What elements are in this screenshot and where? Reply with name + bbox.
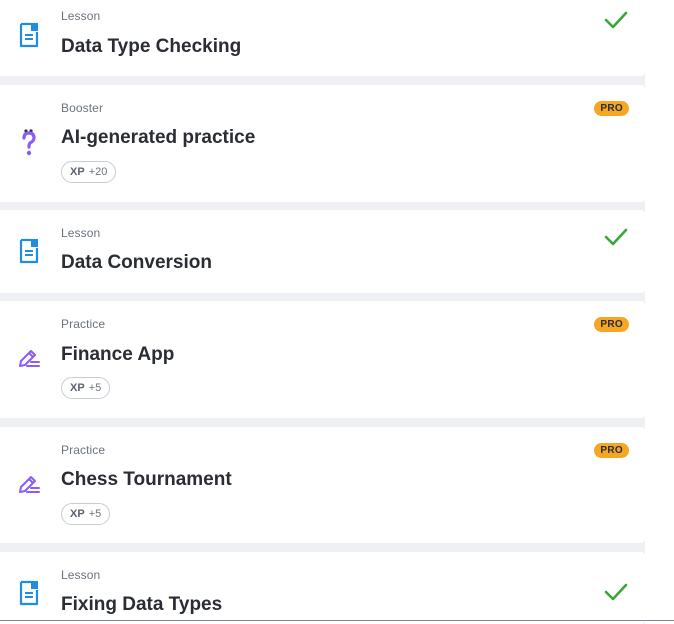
xp-label: XP (70, 382, 85, 394)
list-item-lesson[interactable]: Lesson Fixing Data Types (0, 552, 645, 624)
xp-value: +5 (88, 508, 102, 520)
xp-label: XP (70, 166, 85, 178)
list-item-practice[interactable]: Practice Chess Tournament XP +5 PRO (0, 427, 645, 543)
item-kind: Booster (61, 101, 104, 115)
pencil-lines-icon (17, 345, 41, 373)
xp-badge: XP +5 (61, 377, 111, 399)
lesson-doc-icon (17, 21, 41, 49)
item-title: Fixing Data Types (61, 594, 223, 615)
checkmark-icon (604, 582, 628, 602)
xp-badge: XP +20 (61, 161, 117, 183)
divider (0, 620, 674, 621)
checkmark-icon (604, 227, 628, 247)
pro-badge: PRO (594, 101, 629, 116)
xp-badge: XP +5 (61, 503, 111, 525)
scroll-gutter (645, 0, 674, 624)
lesson-doc-icon (17, 237, 41, 265)
pro-badge: PRO (594, 317, 629, 332)
pencil-lines-icon (17, 471, 41, 499)
item-title: AI-generated practice (61, 127, 256, 148)
pro-badge: PRO (594, 443, 629, 458)
list-item-lesson[interactable]: Lesson Data Type Checking (0, 0, 645, 76)
item-kind: Lesson (61, 9, 101, 23)
lesson-doc-icon (17, 579, 41, 607)
item-title: Data Conversion (61, 252, 212, 273)
item-title: Chess Tournament (61, 469, 232, 490)
item-title: Data Type Checking (61, 36, 242, 57)
list-item-booster[interactable]: Booster AI-generated practice XP +20 PRO (0, 85, 645, 202)
checkmark-icon (604, 10, 628, 30)
list-item-lesson[interactable]: Lesson Data Conversion (0, 210, 645, 293)
xp-value: +20 (88, 166, 108, 178)
item-kind: Practice (61, 317, 106, 331)
xp-value: +5 (88, 382, 102, 394)
item-title: Finance App (61, 344, 175, 365)
item-kind: Lesson (61, 226, 101, 240)
item-kind: Practice (61, 443, 106, 457)
question-mark-icon (17, 129, 41, 157)
xp-label: XP (70, 508, 85, 520)
item-kind: Lesson (61, 568, 101, 582)
list-item-practice[interactable]: Practice Finance App XP +5 PRO (0, 301, 645, 418)
